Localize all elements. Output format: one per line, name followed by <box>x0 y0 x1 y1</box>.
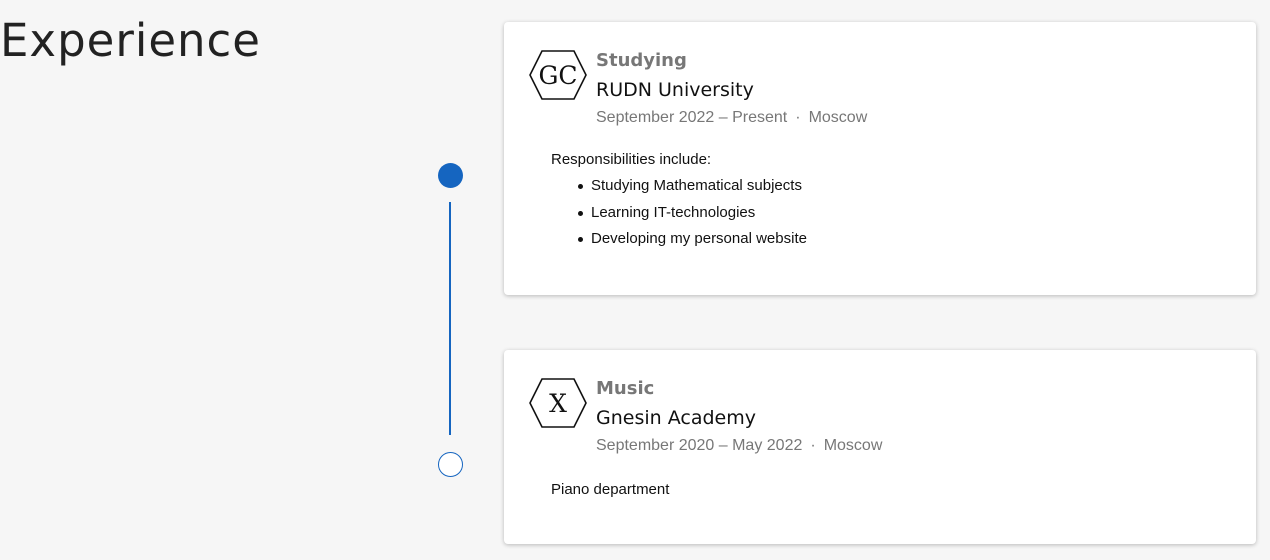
card-body: Piano department <box>551 480 669 500</box>
timeline-dot-inactive[interactable] <box>438 452 463 477</box>
experience-description: Piano department <box>551 481 670 498</box>
card-body: Responsibilities include: Studying Mathe… <box>551 150 807 256</box>
experience-category: Studying <box>596 50 687 71</box>
organization-name: Gnesin Academy <box>596 407 756 429</box>
experience-location: Moscow <box>823 437 883 454</box>
hexagon-logo-icon: X <box>528 377 588 429</box>
experience-dates: September 2022 – Present <box>596 109 788 126</box>
meta-separator: · <box>795 109 801 126</box>
section-title: Experience <box>0 14 261 67</box>
timeline-line <box>449 202 451 435</box>
experience-card: GC Studying RUDN University September 20… <box>504 22 1256 295</box>
experience-dates: September 2020 – May 2022 <box>596 437 803 454</box>
hexagon-logo-icon: GC <box>528 49 588 101</box>
card-header: Studying RUDN University September 2022 … <box>596 50 867 129</box>
logo-text: GC <box>538 61 577 90</box>
experience-meta: September 2022 – Present · Moscow <box>596 107 867 129</box>
experience-page: Experience GC Studying RUDN University S… <box>0 0 1270 560</box>
experience-card: X Music Gnesin Academy September 2020 – … <box>504 350 1256 544</box>
organization-name: RUDN University <box>596 79 754 101</box>
list-item: Learning IT-technologies <box>578 203 807 223</box>
card-header: Music Gnesin Academy September 2020 – Ma… <box>596 378 882 457</box>
logo-text: X <box>549 389 567 418</box>
responsibilities-list: Studying Mathematical subjects Learning … <box>551 176 807 249</box>
list-item: Developing my personal website <box>578 229 807 249</box>
experience-category: Music <box>596 378 655 399</box>
list-item: Studying Mathematical subjects <box>578 176 807 196</box>
experience-location: Moscow <box>808 109 868 126</box>
timeline-dot-active[interactable] <box>438 163 463 188</box>
responsibilities-intro: Responsibilities include: <box>551 151 712 168</box>
meta-separator: · <box>810 437 816 454</box>
experience-meta: September 2020 – May 2022 · Moscow <box>596 435 882 457</box>
